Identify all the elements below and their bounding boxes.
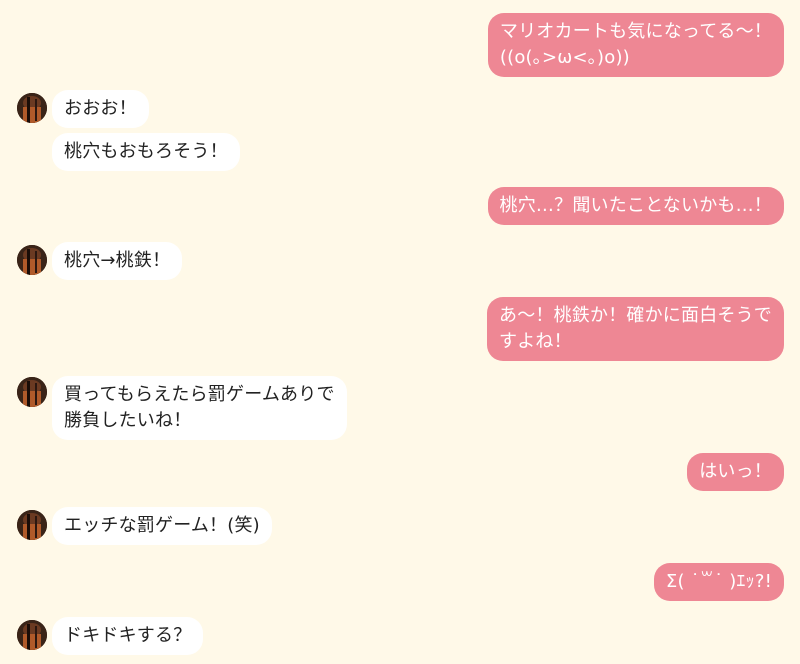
outgoing-message-bubble: はいっ！	[687, 453, 784, 491]
contact-avatar[interactable]	[17, 620, 47, 650]
avatar-image	[17, 93, 47, 123]
avatar-image	[17, 510, 47, 540]
avatar-image	[17, 377, 47, 407]
outgoing-message-bubble: 桃穴…？聞いたことないかも…！	[487, 187, 784, 225]
chat-thread: マリオカートも気になってる〜！ ((o(｡>ω<｡)o)) おおお！ 桃穴もおも…	[0, 0, 800, 664]
contact-avatar[interactable]	[17, 510, 47, 540]
incoming-message-bubble: 買ってもらえたら罰ゲームありで 勝負したいね！	[52, 376, 347, 440]
outgoing-message-bubble: あ〜！桃鉄か！確かに面白そうで すよね！	[487, 297, 784, 361]
incoming-message-bubble: ドキドキする？	[52, 617, 204, 655]
avatar-image	[17, 620, 47, 650]
avatar-image	[17, 245, 47, 275]
incoming-message-bubble: おおお！	[52, 90, 149, 128]
outgoing-message-bubble: Σ( ˙꒳˙ )ｴｯ?!	[653, 563, 784, 601]
contact-avatar[interactable]	[17, 377, 47, 407]
outgoing-message-bubble: マリオカートも気になってる〜！ ((o(｡>ω<｡)o))	[487, 13, 784, 77]
incoming-message-bubble: 桃穴→桃鉄！	[52, 242, 183, 280]
incoming-message-bubble: 桃穴もおもろそう！	[52, 133, 240, 171]
incoming-message-bubble: エッチな罰ゲーム！(笑)	[52, 507, 272, 545]
contact-avatar[interactable]	[17, 93, 47, 123]
contact-avatar[interactable]	[17, 245, 47, 275]
